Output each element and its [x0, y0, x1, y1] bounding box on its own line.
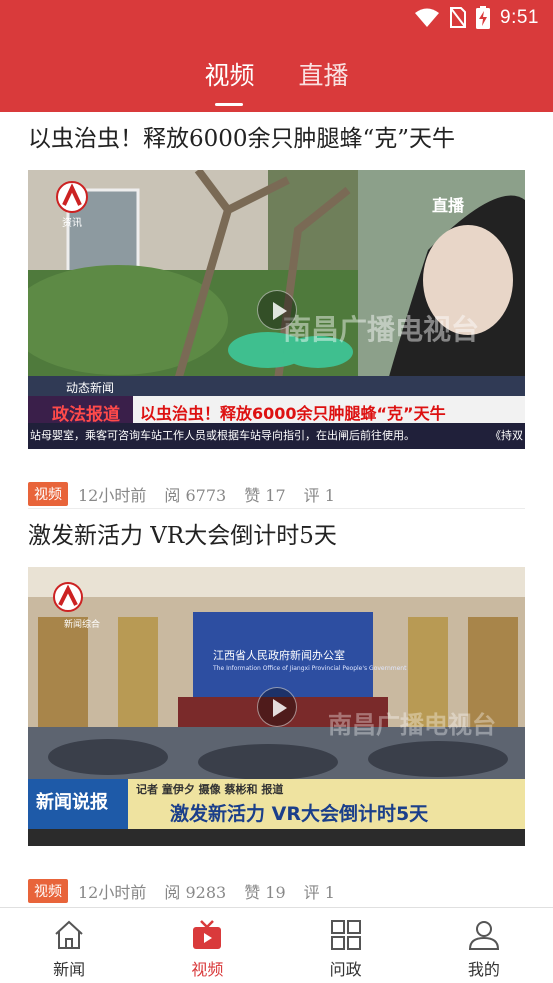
channel-tag: 资讯	[62, 218, 82, 229]
app-header: 9:51 视频 直播	[0, 0, 553, 112]
headline-banner: 激发新活力 VR大会倒计时5天	[170, 803, 429, 825]
video-meta: 视频 12小时前 阅 6773 赞 17 评 1	[28, 482, 353, 506]
comment-count: 评 1	[303, 883, 335, 902]
ticker-text: 站母婴室，乘客可咨询车站工作人员或根据车站导向指引，在出闸后前往使用。	[30, 429, 415, 442]
watermark: 南昌广播电视台	[328, 711, 496, 739]
bottom-nav: 新闻 视频 问政 我的	[0, 907, 553, 983]
nav-item-video[interactable]: 视频	[138, 908, 276, 983]
video-title[interactable]: 以虫治虫！释放6000余只肿腿蜂“克”天牛	[28, 126, 525, 154]
live-corner-label: 直播	[432, 196, 465, 215]
headline-banner: 以虫治虫！释放6000余只肿腿蜂“克”天牛	[140, 404, 446, 423]
program-logo: 政法报道	[52, 405, 120, 425]
publish-time: 12小时前	[78, 883, 147, 902]
view-count: 阅 9283	[164, 883, 227, 902]
nav-item-news[interactable]: 新闻	[0, 908, 138, 983]
like-count: 赞 17	[244, 486, 286, 505]
video-card[interactable]: 以虫治虫！释放6000余只肿腿蜂“克”天牛 资讯 直播 南昌广播电视台 动态新闻…	[28, 126, 525, 506]
program-logo: 新闻说报	[36, 792, 108, 813]
wifi-icon	[415, 8, 440, 27]
nav-label-video: 视频	[191, 960, 224, 979]
no-sim-icon	[450, 7, 467, 28]
news-ticker: 站母婴室，乘客可咨询车站工作人员或根据车站导向指引，在出闸后前往使用。	[28, 423, 488, 449]
backdrop-title: 江西省人民政府新闻办公室	[213, 649, 345, 662]
video-badge: 视频	[28, 482, 68, 506]
top-tabs: 视频 直播	[0, 56, 553, 106]
tab-active-indicator	[215, 103, 244, 106]
video-thumbnail[interactable]: 新闻综合 江西省人民政府新闻办公室 The Information Office…	[28, 567, 525, 846]
channel-tag: 新闻综合	[64, 620, 101, 630]
play-icon[interactable]	[256, 289, 297, 330]
ticker-right-text: 《持双	[490, 429, 523, 442]
video-badge: 视频	[28, 879, 68, 903]
home-icon	[55, 920, 83, 949]
tab-video[interactable]: 视频	[200, 56, 258, 106]
nav-label-politics: 问政	[329, 960, 362, 979]
backdrop-subtitle: The Information Office of Jiangxi Provin…	[213, 665, 407, 672]
video-meta: 视频 12小时前 阅 9283 赞 19 评 1	[28, 879, 353, 903]
video-title[interactable]: 激发新活力 VR大会倒计时5天	[28, 523, 525, 551]
nav-item-politics[interactable]: 问政	[277, 908, 415, 983]
credit-line: 记者 童伊夕 摄像 蔡彬和 报道	[136, 783, 284, 796]
section-label: 动态新闻	[66, 381, 115, 395]
play-icon[interactable]	[256, 686, 297, 727]
battery-charging-icon	[476, 6, 491, 29]
tv-icon	[193, 920, 222, 949]
nav-item-me[interactable]: 我的	[415, 908, 553, 983]
divider	[28, 508, 525, 509]
tab-live[interactable]: 直播	[295, 56, 353, 92]
nav-label-me: 我的	[467, 960, 500, 979]
nav-label-news: 新闻	[53, 960, 86, 979]
grid-icon	[330, 920, 361, 950]
video-thumbnail[interactable]: 资讯 直播 南昌广播电视台 动态新闻 政法报道 以虫治虫！释放6000余只肿腿蜂…	[28, 170, 525, 449]
user-icon	[468, 921, 499, 950]
video-card[interactable]: 激发新活力 VR大会倒计时5天 新闻综合 江西省人民政府新闻办公室 The In…	[28, 523, 525, 903]
like-count: 赞 19	[244, 883, 286, 902]
video-feed[interactable]: 以虫治虫！释放6000余只肿腿蜂“克”天牛 资讯 直播 南昌广播电视台 动态新闻…	[0, 112, 553, 907]
status-time: 9:51	[500, 6, 539, 28]
view-count: 阅 6773	[164, 486, 227, 505]
watermark: 南昌广播电视台	[283, 313, 480, 346]
status-bar: 9:51	[0, 0, 553, 38]
tab-video-label: 视频	[204, 61, 255, 90]
tab-live-label: 直播	[298, 61, 349, 90]
publish-time: 12小时前	[78, 486, 147, 505]
comment-count: 评 1	[303, 486, 335, 505]
